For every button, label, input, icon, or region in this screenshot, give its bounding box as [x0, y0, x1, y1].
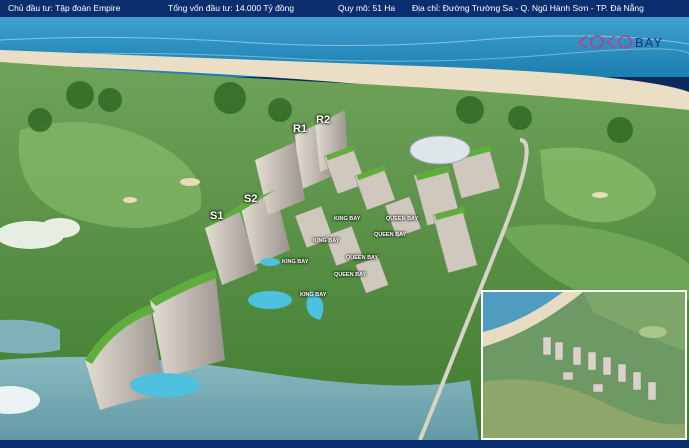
cocobay-logo: BAY [577, 35, 663, 50]
svg-text:BAY: BAY [635, 35, 663, 50]
inset-aerial-photo [481, 290, 687, 440]
address-info: Địa chỉ: Đường Trường Sa - Q. Ngũ Hành S… [412, 3, 644, 13]
label-s1: S1 [210, 210, 224, 222]
street-label: KING BAY [313, 238, 340, 244]
label-r1: R1 [293, 123, 308, 135]
street-label: QUEEN BAY [374, 232, 407, 238]
street-label: QUEEN BAY [334, 272, 367, 278]
street-label: KING BAY [300, 292, 327, 298]
dome [409, 135, 471, 165]
street-label: QUEEN BAY [386, 216, 419, 222]
street-label: KING BAY [282, 259, 309, 265]
label-s2: S2 [244, 193, 258, 205]
masterplan-rendering: Chủ đầu tư: Tập đoàn Empire Tổng vốn đầu… [0, 0, 689, 448]
bottom-bar [0, 440, 689, 448]
street-label: KING BAY [334, 216, 361, 222]
street-label: QUEEN BAY [346, 255, 379, 261]
header-bar: Chủ đầu tư: Tập đoàn Empire Tổng vốn đầu… [0, 0, 689, 17]
scale-info: Quy mô: 51 Ha [338, 3, 396, 13]
investment-info: Tổng vốn đầu tư: 14.000 Tỷ đồng [168, 3, 295, 13]
investor-info: Chủ đầu tư: Tập đoàn Empire [8, 3, 121, 13]
inset-illustration [483, 292, 685, 438]
label-r2: R2 [316, 114, 331, 126]
